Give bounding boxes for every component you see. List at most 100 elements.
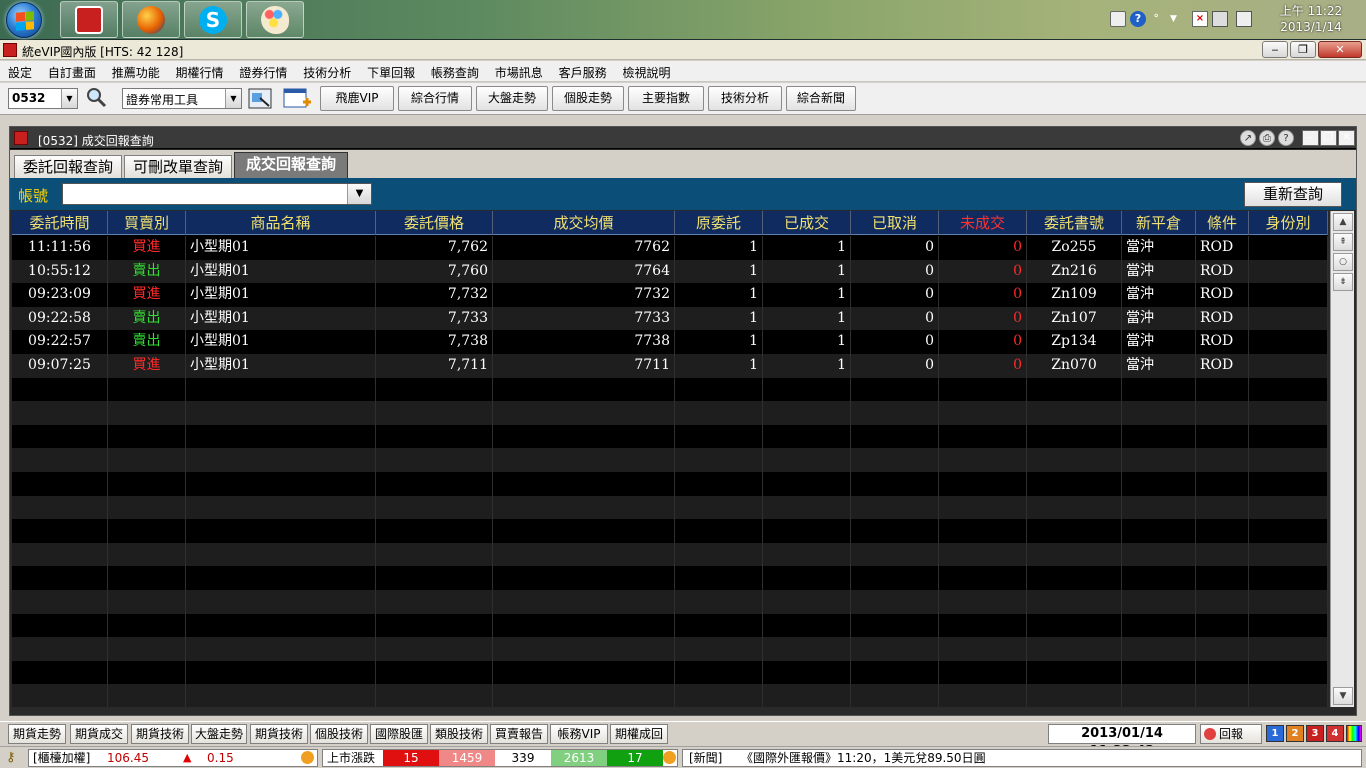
main-index-button[interactable]: 主要指數 (628, 86, 704, 111)
taskbar-app-vip[interactable] (60, 1, 118, 38)
table-row[interactable]: 09:07:25 買進 小型期01 7,711 7711 1 1 0 0 Zn070 當沖 ROD (12, 354, 1328, 378)
taskbar-app-paint[interactable] (246, 1, 304, 38)
keyboard-icon[interactable] (1110, 11, 1126, 27)
maximize-button[interactable]: ❐ (1290, 41, 1316, 58)
report-button[interactable]: 回報 (1200, 724, 1262, 744)
add-window-icon[interactable] (282, 86, 311, 111)
help-icon[interactable]: ? (1130, 11, 1146, 27)
market-info-icon[interactable] (663, 751, 676, 764)
col-condition[interactable]: 條件 (1196, 211, 1249, 235)
btab-sector-tech[interactable]: 類股技術 (430, 724, 488, 744)
ime-icon[interactable]: ⚬ (1152, 11, 1168, 27)
menu-customer-service[interactable]: 客戶服務 (559, 61, 607, 81)
col-unfilled[interactable]: 未成交 (939, 211, 1027, 235)
market-breadth-box: 上市漲跌 15 1459 339 2613 17 (322, 749, 678, 767)
inner-minimize-button[interactable]: ‒ (1302, 130, 1319, 146)
close-button[interactable]: ✕ (1318, 41, 1362, 58)
index-info-icon[interactable] (301, 751, 314, 764)
table-row[interactable]: 09:22:58 賣出 小型期01 7,733 7733 1 1 0 0 Zn107 當沖 ROD (12, 306, 1328, 331)
table-row[interactable]: 09:23:09 買進 小型期01 7,732 7732 1 1 0 0 Zn109 當沖 ROD (12, 283, 1328, 307)
requery-button[interactable]: 重新查詢 (1244, 182, 1342, 207)
col-order-price[interactable]: 委託價格 (376, 211, 493, 235)
col-product[interactable]: 商品名稱 (186, 211, 376, 235)
btab-index-trend[interactable]: 大盤走勢 (191, 724, 247, 744)
chevron-down-icon[interactable]: ▼ (347, 184, 371, 204)
tab-modifiable-orders[interactable]: 可刪改單查詢 (124, 155, 232, 178)
table-row[interactable]: 11:11:56 買進 小型期01 7,762 7762 1 1 0 0 Zo255 當沖 ROD (12, 236, 1328, 260)
minimize-button[interactable]: ‒ (1262, 41, 1288, 58)
link-icon[interactable]: ↗ (1240, 130, 1256, 146)
screen-1-button[interactable]: 1 (1266, 725, 1284, 742)
flag-error-icon[interactable]: × (1192, 11, 1208, 27)
vertical-scrollbar[interactable]: ▲ ⇞ ○ ⇟ ▼ (1330, 211, 1354, 707)
col-order-time[interactable]: 委託時間 (12, 211, 108, 235)
table-row[interactable]: 09:22:57 賣出 小型期01 7,738 7738 1 1 0 0 Zp134 當沖 ROD (12, 330, 1328, 354)
col-cancelled[interactable]: 已取消 (851, 211, 939, 235)
screen-3-button[interactable]: 3 (1306, 725, 1324, 742)
screen-2-button[interactable]: 2 (1286, 725, 1304, 742)
menu-recommended[interactable]: 推薦功能 (112, 61, 160, 81)
btab-stock-tech[interactable]: 個股技術 (310, 724, 368, 744)
col-filled[interactable]: 已成交 (763, 211, 851, 235)
scroll-page-up-icon[interactable]: ⇞ (1333, 233, 1353, 251)
feilu-vip-button[interactable]: 飛鹿VIP (320, 86, 394, 111)
btab-futures-tech[interactable]: 期貨技術 (131, 724, 189, 744)
btab-futures-tech-2[interactable]: 期貨技術 (250, 724, 308, 744)
btab-intl-markets[interactable]: 國際股匯 (370, 724, 428, 744)
menu-help[interactable]: 檢視說明 (622, 61, 670, 81)
col-open-close[interactable]: 新平倉 (1122, 211, 1196, 235)
help-icon[interactable]: ? (1278, 130, 1294, 146)
btab-futures-trade[interactable]: 期貨成交 (70, 724, 128, 744)
device-icon[interactable] (1212, 11, 1228, 27)
account-select[interactable]: ▼ (62, 183, 372, 205)
network-icon[interactable] (1236, 11, 1252, 27)
menu-custom-screen[interactable]: 自訂畫面 (48, 61, 96, 81)
tab-trade-report[interactable]: 成交回報查詢 (234, 152, 348, 178)
scroll-down-icon[interactable]: ▼ (1333, 687, 1353, 705)
start-button[interactable] (6, 2, 42, 38)
chevron-down-icon[interactable]: ▼ (61, 89, 77, 108)
scroll-up-icon[interactable]: ▲ (1333, 213, 1353, 231)
color-palette-icon[interactable] (1346, 725, 1362, 742)
col-order-no[interactable]: 委託書號 (1027, 211, 1122, 235)
cell-condition (1196, 613, 1249, 638)
menu-market-info[interactable]: 市場訊息 (495, 61, 543, 81)
screen-4-button[interactable]: 4 (1326, 725, 1344, 742)
btab-options-report[interactable]: 期權成回 (610, 724, 668, 744)
tools-combo[interactable]: 證券常用工具 ▼ (122, 88, 242, 109)
chevron-down-icon[interactable]: ▼ (225, 89, 241, 108)
menu-order-report[interactable]: 下單回報 (367, 61, 415, 81)
index-trend-button[interactable]: 大盤走勢 (476, 86, 548, 111)
menu-settings[interactable]: 設定 (8, 61, 32, 81)
inner-restore-button[interactable]: ❐ (1320, 130, 1337, 146)
btab-account-vip[interactable]: 帳務VIP (550, 724, 608, 744)
search-icon[interactable] (84, 86, 112, 111)
col-side[interactable]: 買賣別 (108, 211, 186, 235)
btab-futures-trend[interactable]: 期貨走勢 (8, 724, 66, 744)
menu-account[interactable]: 帳務查詢 (431, 61, 479, 81)
print-icon[interactable]: ⎙ (1259, 130, 1275, 146)
inner-close-button[interactable]: ✕ (1338, 130, 1355, 146)
taskbar-app-firefox[interactable] (122, 1, 180, 38)
tool-settings-icon[interactable] (246, 86, 274, 111)
news-ticker[interactable]: [新聞] 《國際外匯報價》11:20，1美元兌89.50日圓 (682, 749, 1362, 767)
tab-order-report[interactable]: 委託回報查詢 (14, 155, 122, 178)
market-overview-button[interactable]: 綜合行情 (398, 86, 472, 111)
tray-expand-icon[interactable]: ▼ (1170, 11, 1186, 27)
clock[interactable]: 上午 11:22 2013/1/14 (1276, 3, 1346, 35)
menu-futures-options[interactable]: 期權行情 (176, 61, 224, 81)
menu-technical[interactable]: 技術分析 (303, 61, 351, 81)
code-combo[interactable]: 0532 ▼ (8, 88, 78, 109)
technical-analysis-button[interactable]: 技術分析 (708, 86, 782, 111)
scroll-home-icon[interactable]: ○ (1333, 253, 1353, 271)
btab-broker-report[interactable]: 買賣報告 (490, 724, 548, 744)
col-avg-price[interactable]: 成交均價 (493, 211, 675, 235)
news-button[interactable]: 綜合新聞 (786, 86, 856, 111)
stock-trend-button[interactable]: 個股走勢 (552, 86, 624, 111)
col-identity[interactable]: 身份別 (1249, 211, 1328, 235)
table-row[interactable]: 10:55:12 賣出 小型期01 7,760 7764 1 1 0 0 Zn216 當沖 ROD (12, 259, 1328, 284)
col-orig-qty[interactable]: 原委託 (675, 211, 763, 235)
scroll-page-down-icon[interactable]: ⇟ (1333, 273, 1353, 291)
menu-securities[interactable]: 證券行情 (239, 61, 287, 81)
taskbar-app-skype[interactable]: S (184, 1, 242, 38)
